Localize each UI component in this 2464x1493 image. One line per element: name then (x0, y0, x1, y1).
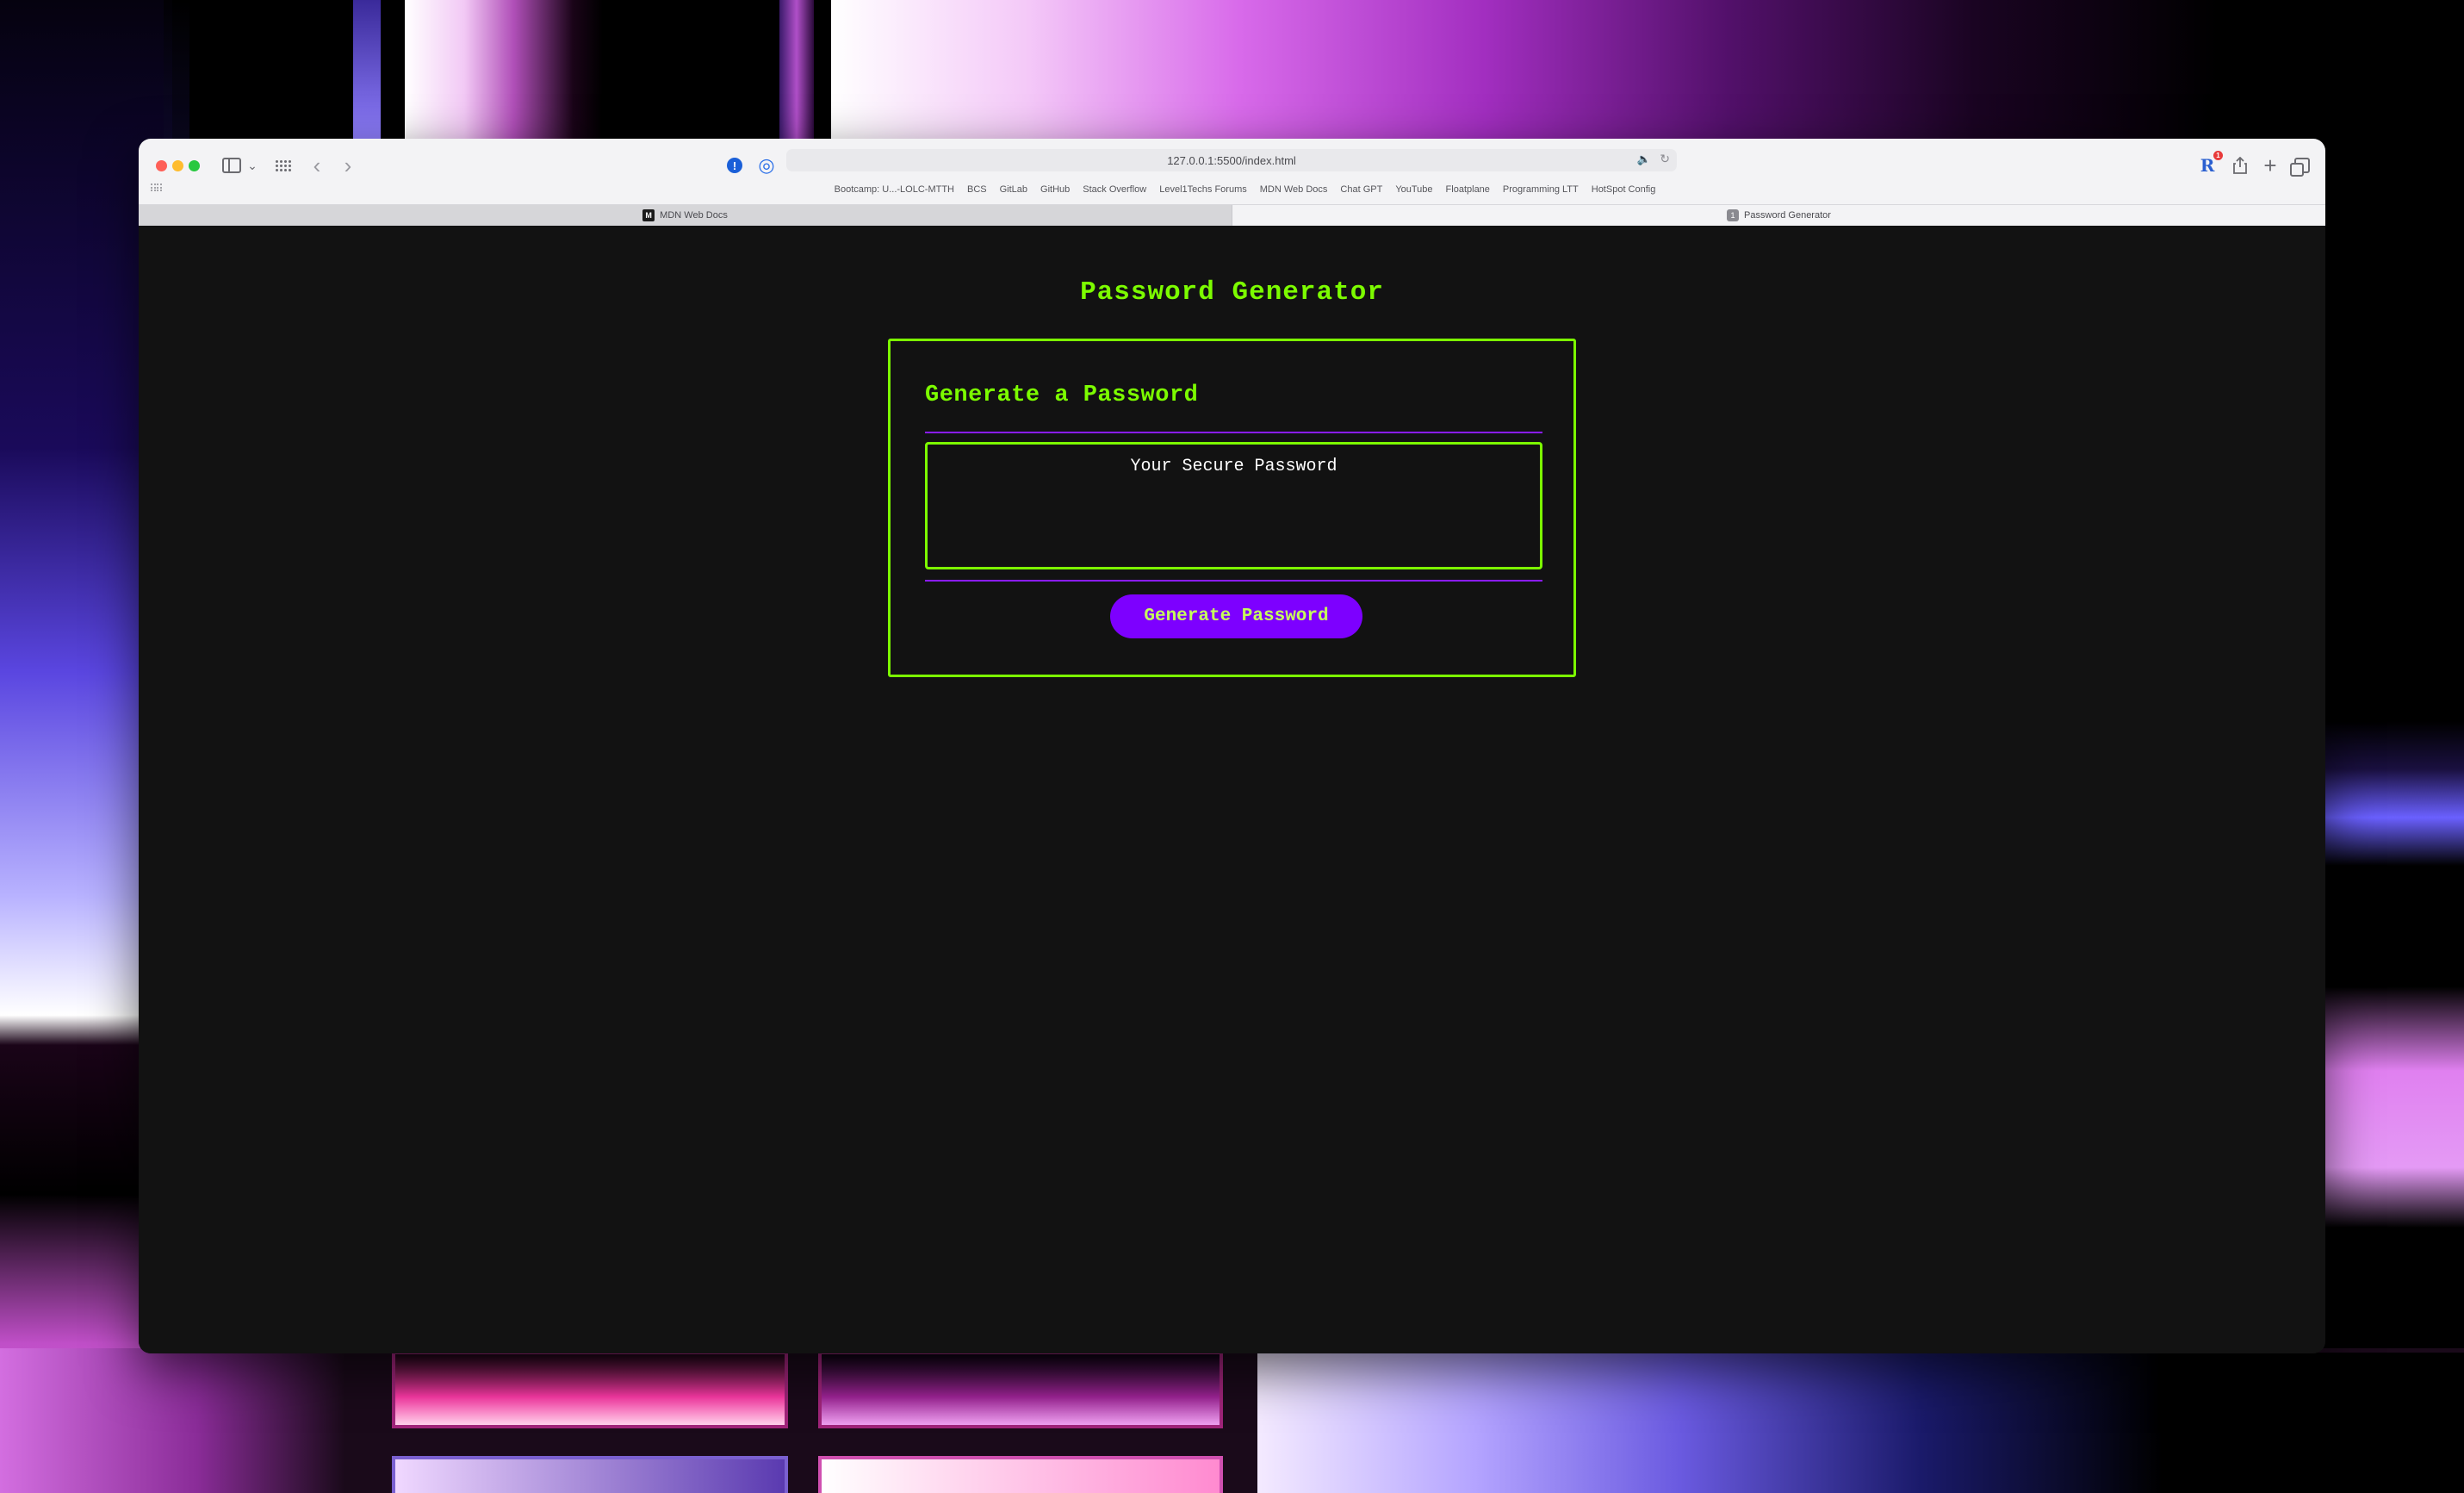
card-heading: Generate a Password (925, 383, 1199, 408)
bookmark-item[interactable]: GitHub (1040, 180, 1070, 199)
chevron-down-icon[interactable]: ⌄ (245, 152, 259, 178)
page-favicon-icon: 1 (1727, 209, 1740, 221)
divider (925, 580, 1542, 582)
bookmark-item[interactable]: MDN Web Docs (1260, 180, 1328, 199)
share-icon[interactable] (2230, 152, 2250, 178)
speaker-icon[interactable]: 🔈 (1637, 152, 1651, 166)
bookmark-item[interactable]: Stack Overflow (1083, 180, 1146, 199)
tab-mdn-web-docs[interactable]: M MDN Web Docs (139, 205, 1232, 226)
minimize-window-button[interactable] (172, 160, 183, 171)
zoom-window-button[interactable] (189, 160, 200, 171)
extension-target-icon[interactable]: ◎ (757, 152, 776, 178)
password-card: Generate a Password Your Secure Password… (888, 339, 1576, 677)
tab-overview-icon[interactable] (273, 152, 294, 178)
bookmark-item[interactable]: GitLab (1000, 180, 1027, 199)
bookmark-item[interactable]: Bootcamp: U...-LOLC-MTTH (835, 180, 954, 199)
bookmark-item[interactable]: Level1Techs Forums (1159, 180, 1247, 199)
page-content: Password Generator Generate a Password Y… (139, 226, 2325, 1353)
show-all-tabs-icon[interactable] (2290, 152, 2312, 178)
password-output-field[interactable]: Your Secure Password (925, 442, 1542, 569)
tab-password-generator[interactable]: 1 Password Generator (1232, 205, 2325, 226)
bookmark-item[interactable]: HotSpot Config (1592, 180, 1656, 199)
bookmark-item[interactable]: YouTube (1395, 180, 1432, 199)
url-text: 127.0.0.1:5500/index.html (1167, 153, 1296, 167)
notification-badge: 1 (2213, 151, 2223, 160)
bookmarks-bar: Bootcamp: U...-LOLC-MTTH BCS GitLab GitH… (139, 180, 2325, 199)
forward-arrow-icon[interactable]: › (338, 152, 357, 178)
browser-toolbar: ⌄ ‹ › ! ◎ 127.0.0.1:5500/index.html 🔈 ↻ … (139, 139, 2325, 204)
bookmark-item[interactable]: Chat GPT (1340, 180, 1382, 199)
reload-icon[interactable]: ↻ (1660, 152, 1670, 166)
back-arrow-icon[interactable]: ‹ (307, 152, 326, 178)
address-bar[interactable]: 127.0.0.1:5500/index.html 🔈 ↻ (786, 149, 1677, 171)
extension-r-icon[interactable]: R 1 (2197, 151, 2223, 178)
close-window-button[interactable] (156, 160, 167, 171)
tab-label: MDN Web Docs (660, 210, 728, 221)
bookmark-item[interactable]: BCS (967, 180, 987, 199)
browser-window: ⌄ ‹ › ! ◎ 127.0.0.1:5500/index.html 🔈 ↻ … (139, 139, 2325, 1353)
tab-label: Password Generator (1744, 210, 1831, 221)
generate-password-button[interactable]: Generate Password (1110, 594, 1362, 638)
page-title: Password Generator (1080, 277, 1384, 308)
divider (925, 432, 1542, 433)
sidebar-toggle-icon[interactable] (221, 152, 242, 178)
extension-info-icon[interactable]: ! (726, 152, 743, 178)
bookmark-item[interactable]: Programming LTT (1503, 180, 1579, 199)
new-tab-icon[interactable]: + (2260, 152, 2281, 178)
tab-bar: M MDN Web Docs 1 Password Generator (139, 204, 2325, 226)
mdn-favicon-icon: M (642, 209, 655, 221)
bookmark-item[interactable]: Floatplane (1446, 180, 1490, 199)
